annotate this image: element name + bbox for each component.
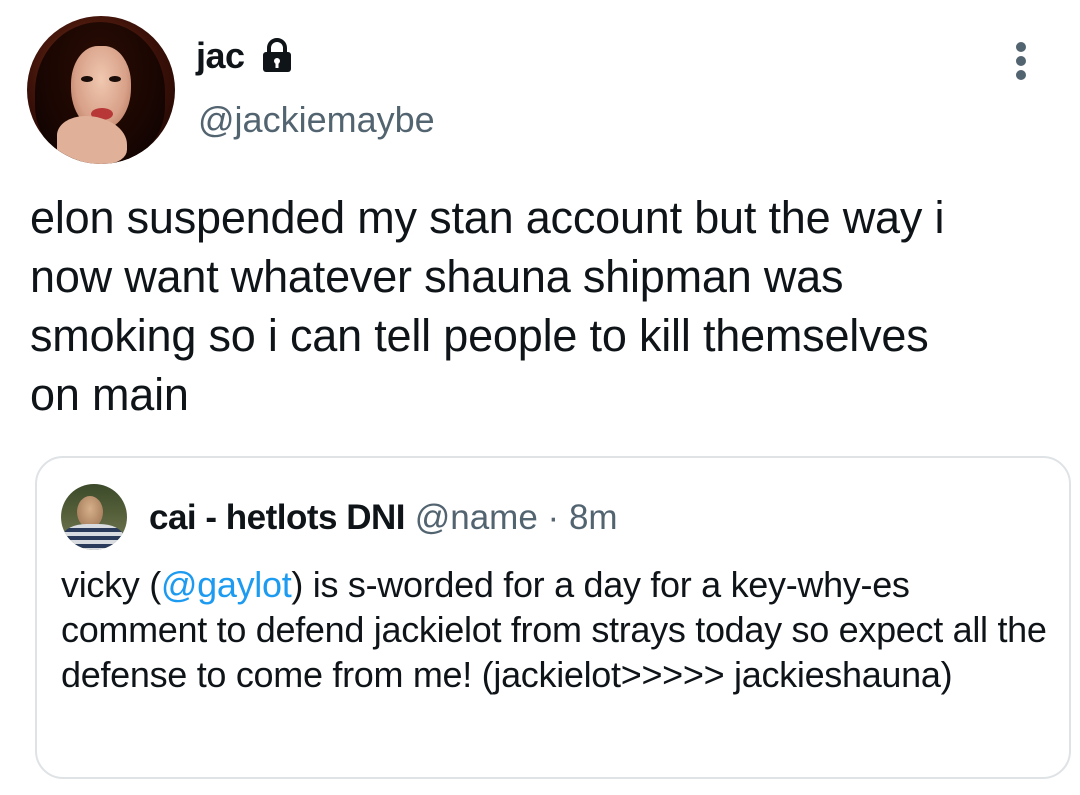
author-handle[interactable]: @jackiemaybe bbox=[198, 98, 435, 142]
tweet-text: elon suspended my stan account but the w… bbox=[30, 192, 945, 420]
quoted-text-start: vicky ( bbox=[61, 564, 161, 605]
author-display-name[interactable]: jac bbox=[196, 34, 245, 78]
lock-icon bbox=[263, 38, 291, 72]
quoted-author-display-name[interactable]: cai - hetlots DNI bbox=[149, 498, 405, 537]
quoted-author-handle[interactable]: @name bbox=[415, 498, 538, 537]
more-vertical-icon[interactable] bbox=[1005, 42, 1037, 90]
quoted-tweet-header: cai - hetlots DNI @name · 8m bbox=[149, 497, 618, 539]
quoted-tweet[interactable]: cai - hetlots DNI @name · 8m vicky (@gay… bbox=[35, 456, 1071, 779]
quoted-tweet-text: vicky (@gaylot) is s-worded for a day fo… bbox=[61, 562, 1051, 697]
quoted-tweet-timestamp[interactable]: 8m bbox=[569, 498, 618, 537]
header-separator: · bbox=[547, 498, 560, 537]
mention-link[interactable]: @gaylot bbox=[161, 564, 292, 605]
quoted-author-avatar[interactable] bbox=[61, 484, 127, 550]
author-avatar[interactable] bbox=[27, 16, 175, 164]
